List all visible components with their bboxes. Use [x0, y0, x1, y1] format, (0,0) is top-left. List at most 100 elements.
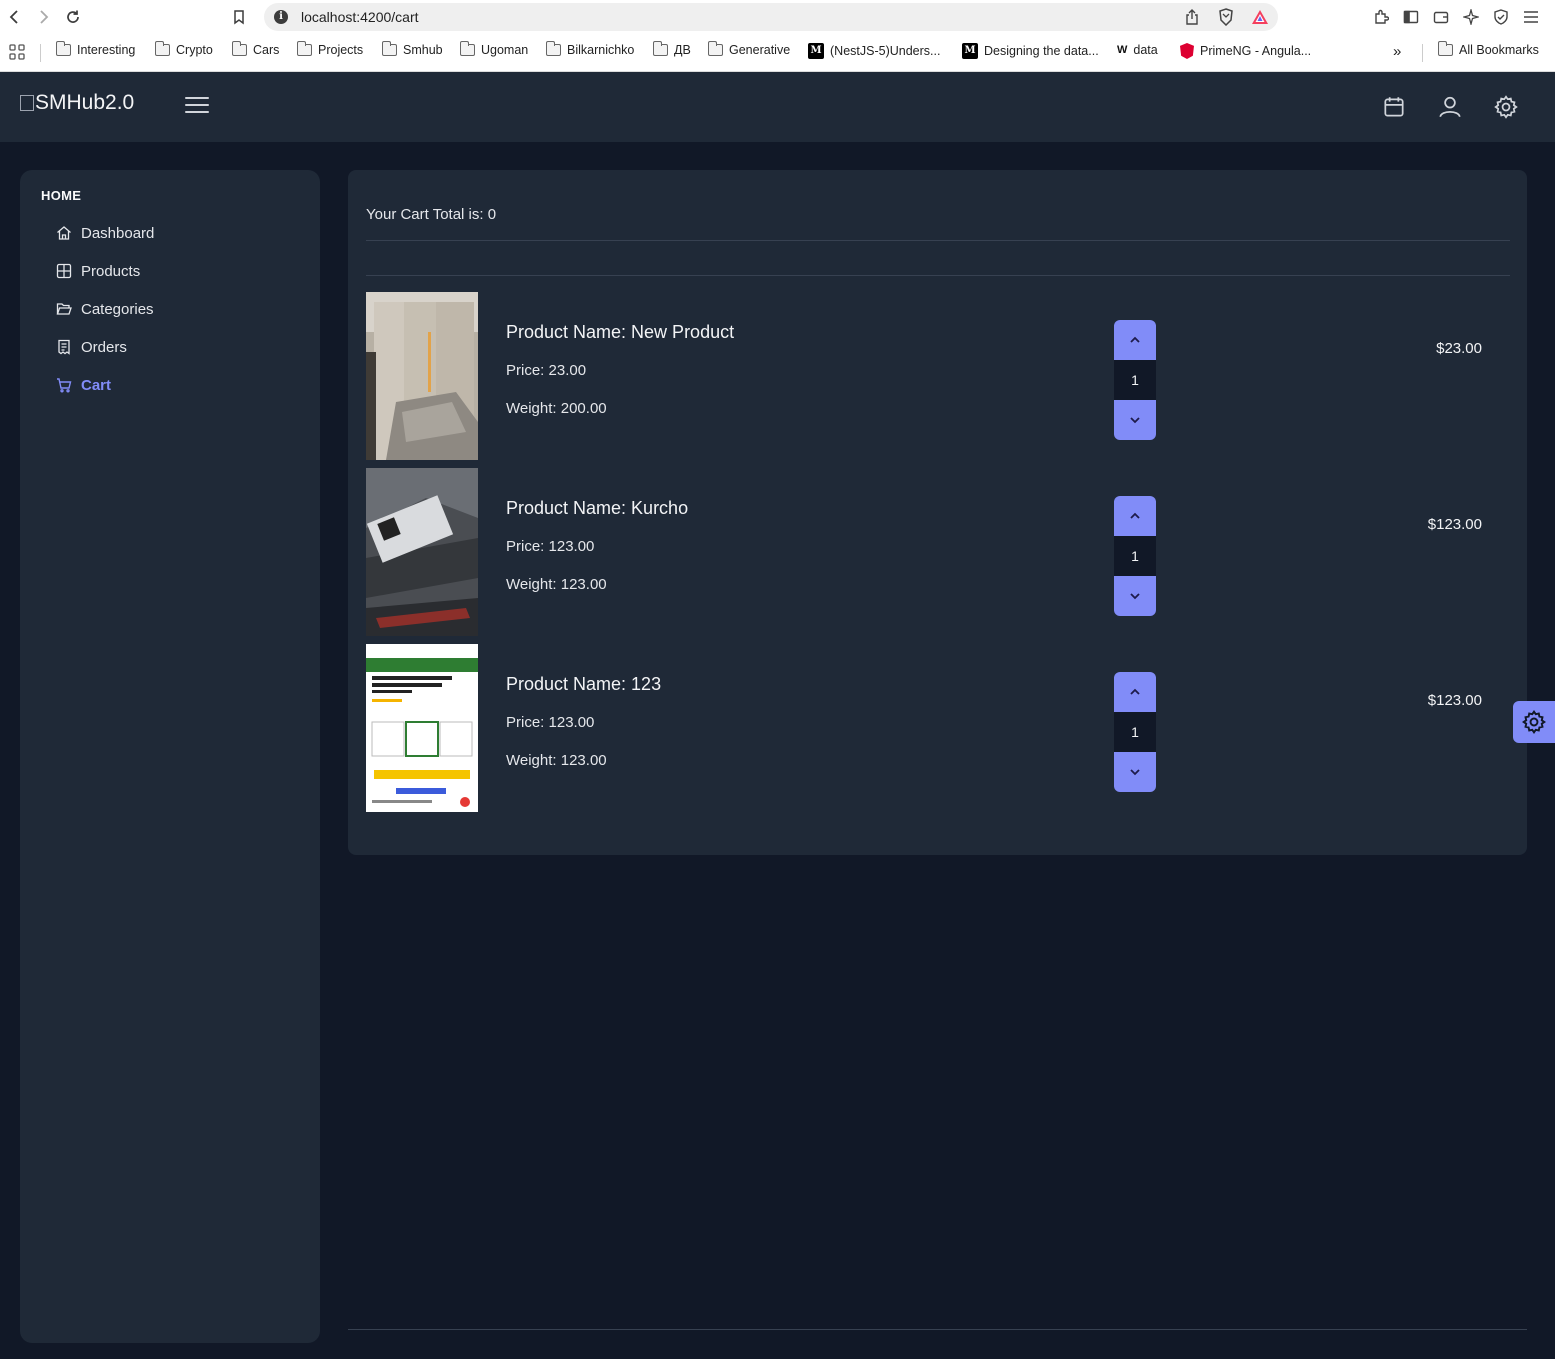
bookmark-item[interactable]: Bilkarnichko — [546, 41, 635, 57]
quantity-input[interactable]: 1 — [1114, 712, 1156, 752]
bookmark-item[interactable]: Interesting — [56, 41, 136, 57]
broken-image-icon — [20, 95, 34, 111]
url-text[interactable]: localhost:4200/cart — [301, 9, 419, 25]
bookmark-label: Crypto — [176, 43, 213, 57]
sidebar-item-products[interactable]: Products — [56, 259, 140, 283]
share-icon[interactable] — [1182, 7, 1202, 27]
cart-item-row: Product Name: 123 Price: 123.00 Weight: … — [366, 644, 1510, 812]
settings-icon[interactable] — [1493, 94, 1519, 120]
sidebar-heading: HOME — [41, 188, 82, 203]
calendar-icon[interactable] — [1381, 94, 1407, 120]
sidebar-item-dashboard[interactable]: Dashboard — [56, 221, 154, 245]
sidebar-item-label: Categories — [81, 300, 154, 318]
product-weight: Weight: 123.00 — [506, 752, 607, 769]
user-icon[interactable] — [1437, 94, 1463, 120]
item-subtotal: $123.00 — [1427, 516, 1482, 533]
back-icon[interactable] — [4, 6, 26, 28]
bookmark-label: Cars — [253, 43, 280, 57]
leo-ai-icon[interactable] — [1460, 6, 1482, 28]
main-menu-icon[interactable] — [1520, 6, 1542, 28]
decrement-button[interactable] — [1114, 752, 1156, 792]
footer-divider — [348, 1329, 1527, 1330]
product-price: Price: 123.00 — [506, 714, 595, 731]
bookmark-item[interactable]: M (NestJS-5)Unders... — [808, 43, 940, 59]
divider — [366, 275, 1510, 276]
medium-icon: M — [808, 43, 824, 59]
folder-icon — [653, 41, 668, 56]
wallet-icon[interactable] — [1430, 6, 1452, 28]
address-bar[interactable]: i localhost:4200/cart — [264, 3, 1278, 31]
bookmark-label: Smhub — [403, 43, 443, 57]
gear-icon — [1522, 710, 1546, 734]
bookmark-item[interactable]: Projects — [297, 41, 364, 57]
all-bookmarks-button[interactable]: All Bookmarks — [1438, 41, 1539, 57]
address-bar-actions — [1182, 7, 1270, 27]
bookmark-label: PrimeNG - Angula... — [1200, 44, 1312, 58]
sidebar-item-label: Orders — [81, 338, 127, 356]
brave-shield-icon[interactable] — [1216, 7, 1236, 27]
bookmark-label: Bilkarnichko — [567, 43, 635, 57]
folder-icon — [546, 41, 561, 56]
site-info-icon[interactable]: i — [274, 10, 288, 24]
menu-bar-line — [185, 97, 209, 99]
bookmark-item[interactable]: ДВ — [653, 41, 691, 57]
bookmark-item[interactable]: Generative — [708, 41, 790, 57]
browser-toolbar-right — [1370, 6, 1542, 28]
cart-total-text: Your Cart Total is: 0 — [366, 206, 497, 223]
bookmark-label: data — [1133, 43, 1158, 57]
decrement-button[interactable] — [1114, 576, 1156, 616]
apps-icon[interactable] — [8, 43, 26, 61]
bookmark-item[interactable]: Crypto — [155, 41, 213, 57]
brave-rewards-icon[interactable] — [1250, 7, 1270, 27]
bookmarks-overflow-button[interactable]: » — [1393, 43, 1401, 60]
increment-button[interactable] — [1114, 672, 1156, 712]
layout-config-button[interactable] — [1513, 701, 1555, 743]
folder-icon — [56, 41, 71, 56]
bookmark-item[interactable]: Smhub — [382, 41, 443, 57]
home-icon — [57, 226, 71, 240]
sidebar-item-cart[interactable]: Cart — [56, 373, 111, 397]
folder-icon — [460, 41, 475, 56]
bookmarks-divider — [1422, 44, 1423, 62]
primeng-icon — [1180, 43, 1194, 59]
brand-text: SMHub2.0 — [35, 91, 135, 114]
bookmark-item[interactable]: Ugoman — [460, 41, 528, 57]
bookmarks-bar: Interesting Crypto Cars Projects Smhub U… — [0, 38, 1555, 66]
folder-icon — [382, 41, 397, 56]
decrement-button[interactable] — [1114, 400, 1156, 440]
sidebar-item-categories[interactable]: Categories — [56, 297, 154, 321]
bookmark-item[interactable]: PrimeNG - Angula... — [1180, 43, 1311, 59]
bookmark-label: Designing the data... — [984, 44, 1099, 58]
product-price: Price: 123.00 — [506, 538, 595, 555]
increment-button[interactable] — [1114, 496, 1156, 536]
cart-item-row: Product Name: New Product Price: 23.00 W… — [366, 292, 1510, 460]
forward-icon[interactable] — [32, 6, 54, 28]
quantity-input[interactable]: 1 — [1114, 536, 1156, 576]
sidebar-item-label: Products — [81, 262, 141, 280]
product-image — [366, 292, 478, 460]
app-topbar: SMHub2.0 — [0, 72, 1555, 142]
brand-logo[interactable]: SMHub2.0 — [20, 91, 134, 115]
sidebar-item-label: Dashboard — [81, 224, 155, 242]
bookmark-icon[interactable] — [228, 6, 250, 28]
medium-icon: M — [962, 43, 978, 59]
product-price: Price: 23.00 — [506, 362, 587, 379]
menu-toggle-button[interactable] — [185, 97, 209, 117]
menu-bar-line — [185, 104, 209, 106]
bookmark-item[interactable]: Cars — [232, 41, 280, 57]
product-weight: Weight: 123.00 — [506, 576, 607, 593]
increment-button[interactable] — [1114, 320, 1156, 360]
bookmark-label: Projects — [318, 43, 364, 57]
vpn-icon[interactable] — [1490, 6, 1512, 28]
sidebar-toggle-icon[interactable] — [1400, 6, 1422, 28]
extensions-icon[interactable] — [1370, 6, 1392, 28]
bookmark-label: ДВ — [674, 43, 691, 57]
bookmark-item[interactable]: M Designing the data... — [962, 43, 1099, 59]
quantity-input[interactable]: 1 — [1114, 360, 1156, 400]
product-image — [366, 468, 478, 636]
reload-icon[interactable] — [62, 6, 84, 28]
bookmark-item[interactable]: Wdata — [1117, 43, 1158, 57]
bookmark-label: Interesting — [77, 43, 136, 57]
sidebar-item-orders[interactable]: Orders — [56, 335, 127, 359]
product-weight: Weight: 200.00 — [506, 400, 607, 417]
